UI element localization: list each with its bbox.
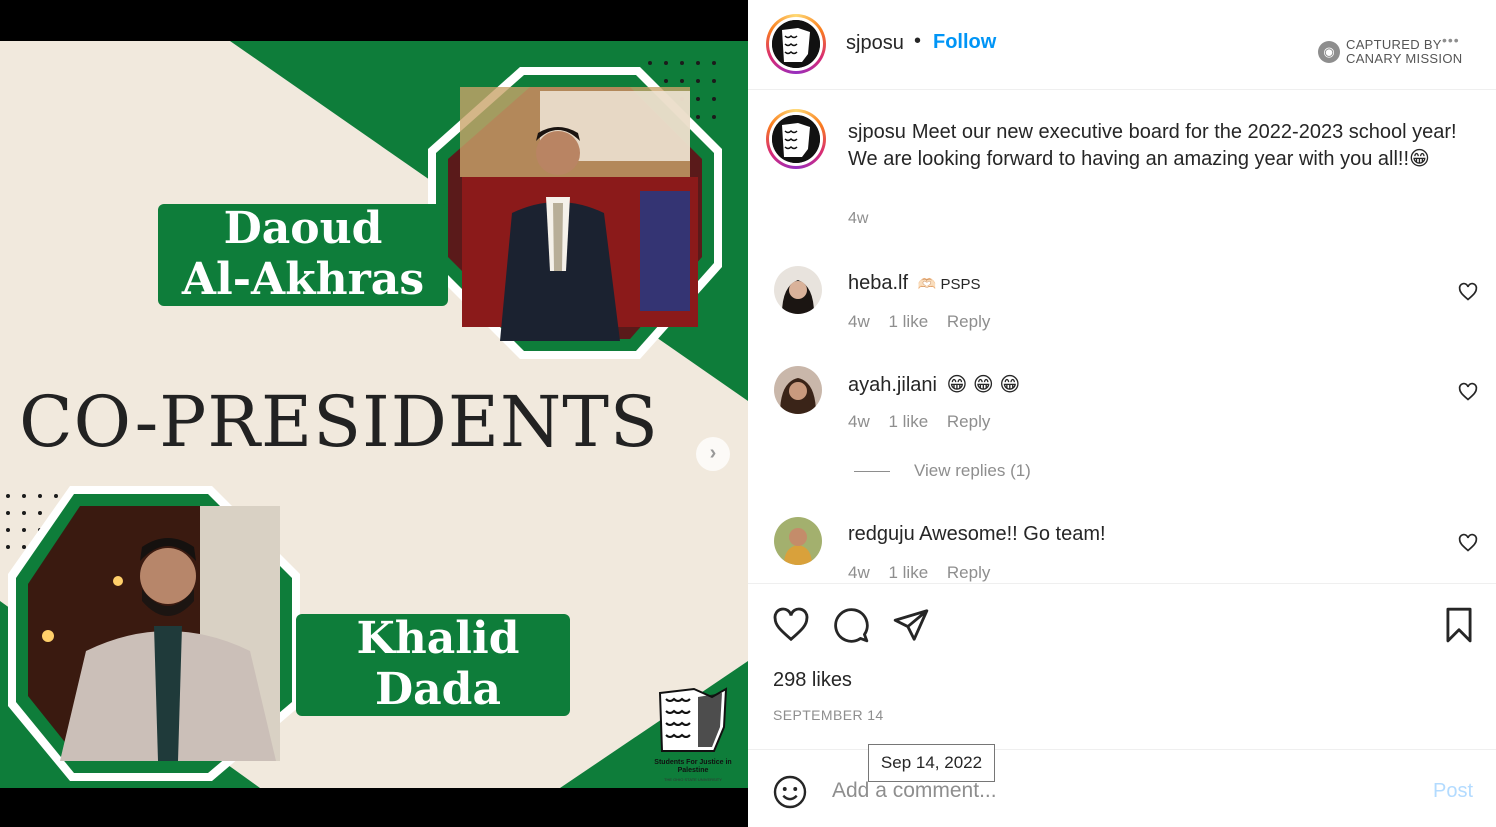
user-photo <box>774 266 822 314</box>
slide-title: CO-PRESIDENTS <box>19 381 659 463</box>
camera-icon: ◉ <box>1318 41 1340 63</box>
date-tooltip: Sep 14, 2022 <box>868 744 995 782</box>
header-username[interactable]: sjposu <box>846 32 904 55</box>
user-photo <box>774 366 822 414</box>
name-first: Daoud <box>223 203 383 254</box>
comment-text: Awesome!! Go team! <box>919 523 1106 545</box>
sjp-logo <box>658 687 728 752</box>
comment-time[interactable]: 4w <box>848 563 870 582</box>
heart-icon[interactable] <box>1458 382 1478 402</box>
post-caption: sjposu Meet our new executive board for t… <box>848 119 1468 173</box>
comment-text: 😁 😁 😁 <box>946 374 1021 396</box>
comment-likes[interactable]: 1 like <box>888 312 928 331</box>
avatar[interactable] <box>774 366 822 414</box>
post-actions: 298 likes SEPTEMBER 14 <box>748 583 1496 748</box>
comment-text: 🫶🏻 PSPS <box>917 276 981 293</box>
org-name: Students For Justice in Palestine <box>654 759 732 774</box>
comment-username[interactable]: ayah.jilani <box>848 374 937 396</box>
comment-username[interactable]: heba.lf <box>848 272 908 294</box>
follow-button[interactable]: Follow <box>933 31 996 54</box>
post-header: sjposu • Follow ◉ CAPTURED BY CANARY MIS… <box>748 0 1496 90</box>
avatar-logo-icon <box>772 115 820 163</box>
heart-icon[interactable] <box>772 606 810 644</box>
org-subtitle: THE OHIO STATE UNIVERSITY <box>664 777 722 782</box>
avatar[interactable] <box>766 14 826 74</box>
heart-icon[interactable] <box>1458 533 1478 553</box>
reply-button[interactable]: Reply <box>947 563 990 582</box>
captured-by-badge: ◉ CAPTURED BY CANARY MISSION ••• <box>1318 32 1478 68</box>
caption-avatar[interactable] <box>766 109 826 169</box>
comment-item: ayah.jilani 😁 😁 😁 4w 1 like Reply <box>748 366 1496 446</box>
comments-section: sjposu Meet our new executive board for t… <box>748 91 1496 583</box>
divider <box>854 471 890 473</box>
view-replies-button[interactable]: View replies (1) <box>854 461 1031 481</box>
share-icon[interactable] <box>892 606 930 644</box>
name-last: Dada <box>375 663 501 715</box>
post-media: Daoud Al-Akhras Khalid Dada CO-PRESIDENT… <box>0 0 748 827</box>
reply-button[interactable]: Reply <box>947 412 990 431</box>
chevron-right-icon: › <box>709 442 717 464</box>
post-comment-button[interactable]: Post <box>1433 780 1473 803</box>
reply-button[interactable]: Reply <box>947 312 990 331</box>
caption-text: Meet our new executive board for the 202… <box>848 121 1457 170</box>
likes-count[interactable]: 298 likes <box>773 669 852 692</box>
comment-likes[interactable]: 1 like <box>888 563 928 582</box>
captured-line2: CANARY MISSION <box>1346 51 1463 66</box>
heart-icon[interactable] <box>1458 282 1478 302</box>
name-first: Khalid <box>356 613 520 664</box>
comment-likes[interactable]: 1 like <box>888 412 928 431</box>
name-tag-khalid: Khalid Dada <box>296 613 570 716</box>
avatar[interactable] <box>774 266 822 314</box>
comment-time[interactable]: 4w <box>848 312 870 331</box>
comment-item: redguju Awesome!! Go team! 4w 1 like Rep… <box>748 517 1496 583</box>
more-options-icon[interactable]: ••• <box>1442 32 1460 48</box>
header-separator: • <box>914 30 922 52</box>
post-side-panel: sjposu • Follow ◉ CAPTURED BY CANARY MIS… <box>748 0 1496 827</box>
name-tag-daoud: Daoud Al-Akhras <box>158 203 448 306</box>
comment-item: heba.lf 🫶🏻 PSPS 4w 1 like Reply <box>748 266 1496 346</box>
carousel-slide: Daoud Al-Akhras Khalid Dada CO-PRESIDENT… <box>0 41 748 788</box>
caption-username[interactable]: sjposu <box>848 121 906 143</box>
caption-time[interactable]: 4w <box>848 210 868 228</box>
comment-time[interactable]: 4w <box>848 412 870 431</box>
comment-username[interactable]: redguju <box>848 523 915 545</box>
bookmark-icon[interactable] <box>1440 606 1478 644</box>
carousel-next-button[interactable]: › <box>696 437 730 471</box>
add-comment-bar: Post <box>748 749 1496 827</box>
emoji-icon[interactable] <box>772 774 808 810</box>
user-photo <box>774 517 822 565</box>
caption-emoji: 😁 <box>1409 148 1430 170</box>
avatar-logo-icon <box>772 20 820 68</box>
post-date[interactable]: SEPTEMBER 14 <box>773 707 884 723</box>
avatar[interactable] <box>774 517 822 565</box>
comment-icon[interactable] <box>832 606 870 644</box>
view-replies-label: View replies (1) <box>914 461 1031 480</box>
name-last: Al-Akhras <box>181 253 425 305</box>
